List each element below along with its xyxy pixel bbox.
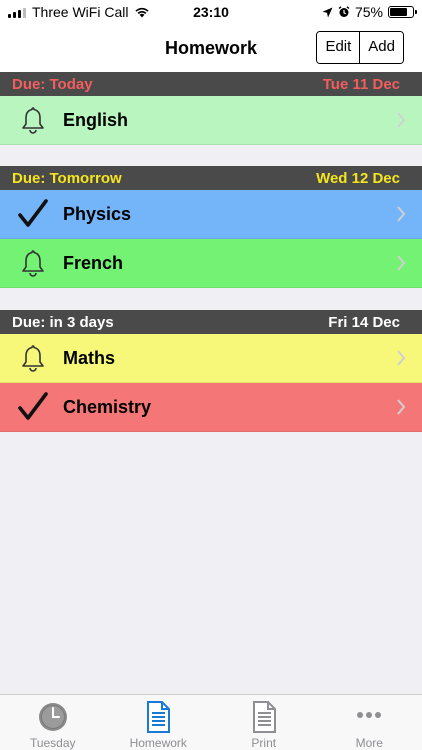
bell-icon <box>22 107 44 134</box>
bell-icon <box>22 250 44 277</box>
chevron-right-icon <box>397 206 406 222</box>
chevron-right-icon <box>397 399 406 415</box>
row-icon <box>18 105 48 135</box>
tab-more[interactable]: More <box>317 695 422 750</box>
chevron-right-icon <box>397 350 406 366</box>
homework-row-maths[interactable]: Maths <box>0 334 422 383</box>
subject-label: Maths <box>63 348 116 368</box>
section-due-label: Due: in 3 days <box>12 314 114 331</box>
more-icon <box>357 712 382 718</box>
clock-icon <box>38 703 67 731</box>
print-document-icon <box>252 701 276 733</box>
tab-tuesday[interactable]: Tuesday <box>0 695 106 750</box>
section-date-label: Fri 14 Dec <box>328 314 400 331</box>
tab-label: Homework <box>129 736 187 750</box>
row-icon <box>18 248 48 278</box>
document-icon <box>147 701 171 733</box>
checkmark-icon <box>18 392 48 420</box>
section-due-label: Due: Today <box>12 76 93 93</box>
homework-row-english[interactable]: English <box>0 96 422 145</box>
add-button[interactable]: Add <box>359 32 403 63</box>
section-date-label: Wed 12 Dec <box>316 170 400 187</box>
section-header-today: Due: Today Tue 11 Dec <box>0 72 422 96</box>
row-icon <box>18 392 48 422</box>
nav-button-group: Edit Add <box>316 31 404 64</box>
edit-button[interactable]: Edit <box>317 32 360 63</box>
alarm-icon <box>338 6 350 17</box>
row-icon <box>18 199 48 229</box>
tab-homework[interactable]: Homework <box>106 695 212 750</box>
chevron-right-icon <box>397 112 406 128</box>
subject-label: French <box>63 253 124 273</box>
homework-row-physics[interactable]: Physics <box>0 190 422 239</box>
battery-icon <box>388 6 417 18</box>
status-bar: Three WiFi Call 23:10 75% <box>0 0 422 24</box>
row-icon <box>18 343 48 373</box>
chevron-right-icon <box>397 255 406 271</box>
section-header-in-3-days: Due: in 3 days Fri 14 Dec <box>0 310 422 334</box>
battery-percent: 75% <box>354 4 383 20</box>
tab-bar: Tuesday Homework Print More <box>0 694 422 750</box>
subject-label: Chemistry <box>63 397 152 417</box>
battery-level <box>390 8 407 16</box>
homework-row-french[interactable]: French <box>0 239 422 288</box>
section-header-tomorrow: Due: Tomorrow Wed 12 Dec <box>0 166 422 190</box>
status-right: 75% <box>322 4 417 20</box>
bell-icon <box>22 345 44 372</box>
tab-label: Tuesday <box>29 736 76 750</box>
section-due-label: Due: Tomorrow <box>12 170 122 187</box>
tab-label: Print <box>251 736 277 750</box>
subject-label: Physics <box>63 204 132 224</box>
subject-label: English <box>63 110 129 130</box>
location-arrow-icon <box>322 7 333 17</box>
section-date-label: Tue 11 Dec <box>322 76 400 93</box>
checkmark-icon <box>18 199 48 227</box>
tab-label: More <box>355 736 383 750</box>
homework-row-chemistry[interactable]: Chemistry <box>0 383 422 432</box>
tab-print[interactable]: Print <box>211 695 317 750</box>
navigation-bar: Homework Edit Add <box>0 24 422 72</box>
